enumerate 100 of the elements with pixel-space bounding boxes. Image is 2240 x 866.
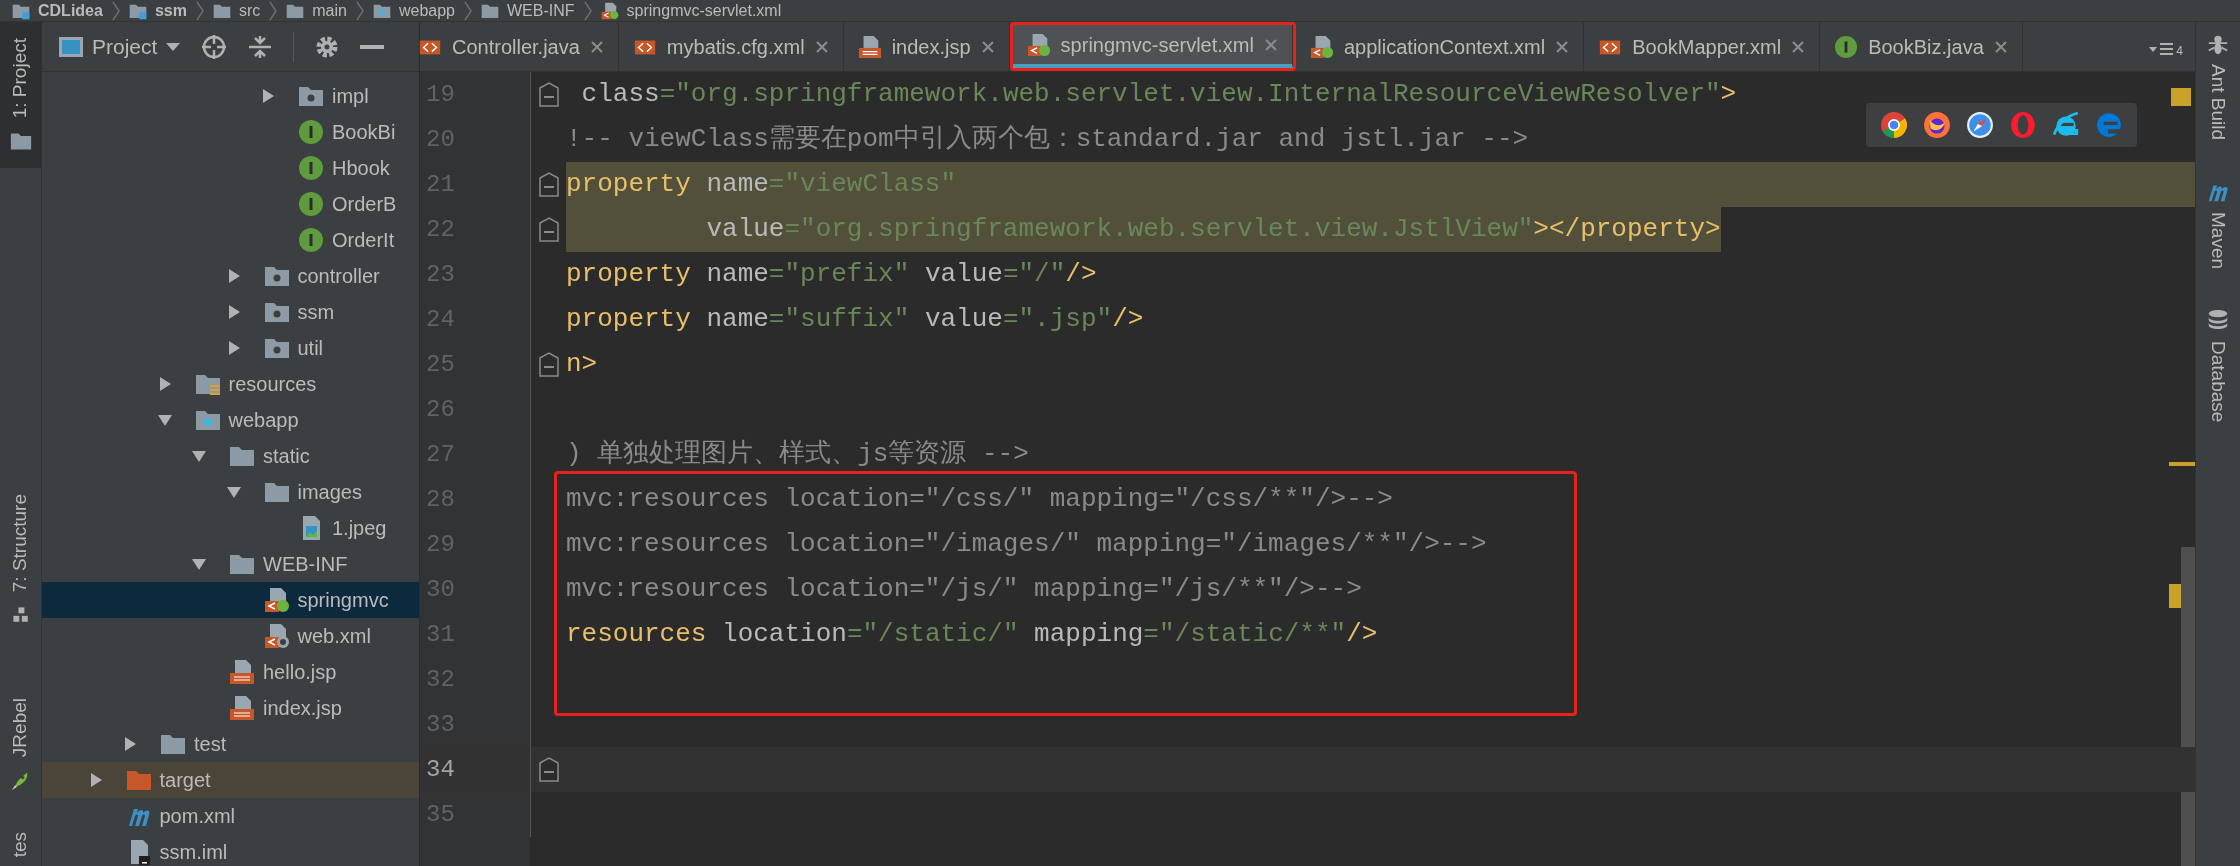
tool-window-button[interactable]: Maven xyxy=(2203,212,2233,270)
code-line: class="org.springframework.web.servlet.view.InternalResourceViewResolver"> xyxy=(580,78,1737,111)
editor-tab[interactable]: BookMapper.xml xyxy=(1584,22,1821,71)
tree-item[interactable]: OrderIt xyxy=(42,222,419,258)
list-icon xyxy=(2148,41,2175,57)
close-icon[interactable] xyxy=(1993,39,2008,54)
leaf-file-icon xyxy=(263,587,290,613)
editor-tab[interactable]: applicationContext.xml xyxy=(1295,22,1585,71)
chevron-icon xyxy=(354,0,365,21)
tool-window-button[interactable]: Database xyxy=(2203,341,2233,423)
browser-icon[interactable] xyxy=(1923,111,1951,139)
file-icon xyxy=(857,34,882,59)
editor-tab[interactable]: mybatis.cfg.xml xyxy=(618,22,844,71)
breadcrumb-item[interactable]: CDLidea xyxy=(38,0,103,21)
collapsed-arrow-icon[interactable] xyxy=(122,736,138,752)
code-line: ) 单独处理图片、样式、js等资源 --> xyxy=(566,438,1029,471)
tree-item[interactable]: static xyxy=(42,438,419,474)
tree-item[interactable]: pom.xml xyxy=(42,798,419,834)
panel-title[interactable]: Project xyxy=(92,30,158,63)
code-line: mvc:resources location="/css/" mapping="/css/**"/>--> xyxy=(566,483,1393,516)
tree-item[interactable]: controller xyxy=(42,258,419,294)
tree-item[interactable]: ssm xyxy=(42,294,419,330)
editor-tab[interactable]: springmvc-servlet.xml xyxy=(1012,25,1293,68)
browser-icon[interactable] xyxy=(2052,111,2080,139)
tool-window-button[interactable]: 7: Structure xyxy=(0,478,42,643)
tool-window-button[interactable]: JRebel xyxy=(0,682,42,808)
leaf-file-icon xyxy=(600,1,619,20)
tree-item[interactable]: webapp xyxy=(42,402,419,438)
fold-marker-icon[interactable] xyxy=(537,81,560,108)
code-line: !-- viewClass需要在pom中引入两个包：standard.jar and jstl.jar --> xyxy=(566,123,1529,156)
tree-item[interactable]: hello.jsp xyxy=(42,654,419,690)
crosshair-icon[interactable] xyxy=(201,33,228,60)
interface-icon xyxy=(1834,34,1859,59)
interface-icon xyxy=(298,155,324,181)
close-icon[interactable] xyxy=(589,39,604,54)
close-icon[interactable] xyxy=(814,39,829,54)
breadcrumb-item[interactable]: webapp xyxy=(398,0,455,21)
tree-item[interactable]: WEB-INF xyxy=(42,546,419,582)
tree-item[interactable]: index.jsp xyxy=(42,690,419,726)
tree-item[interactable]: OrderB xyxy=(42,186,419,222)
browser-icon[interactable] xyxy=(1880,111,1908,139)
close-icon[interactable] xyxy=(1791,39,1806,54)
dropdown-caret-icon[interactable] xyxy=(165,41,182,52)
breadcrumb-item[interactable]: main xyxy=(312,0,347,21)
tree-item[interactable]: impl xyxy=(42,78,419,114)
fold-marker-icon[interactable] xyxy=(537,171,560,198)
breadcrumb-item[interactable]: src xyxy=(238,0,261,21)
code-line: n> xyxy=(566,348,598,381)
tool-window-button[interactable]: tes xyxy=(0,815,42,866)
panel-icon xyxy=(58,35,84,58)
tree-item[interactable]: resources xyxy=(42,366,419,402)
tool-window-button[interactable]: 1: Project xyxy=(0,22,42,169)
leaf-file-icon xyxy=(1026,32,1051,57)
tree-item[interactable]: test xyxy=(42,726,419,762)
file-icon xyxy=(229,695,255,721)
interface-icon xyxy=(298,191,324,217)
stripe-marker xyxy=(2169,462,2195,466)
expanded-arrow-icon[interactable] xyxy=(191,448,207,464)
tree-item[interactable]: target xyxy=(42,762,419,798)
breadcrumb-item[interactable]: springmvc-servlet.xml xyxy=(626,0,782,21)
chevron-icon xyxy=(194,0,205,21)
chevron-icon xyxy=(582,0,593,21)
tree-item[interactable]: ssm.iml xyxy=(42,834,419,866)
chevron-icon xyxy=(110,0,121,21)
stripe-marker xyxy=(2169,584,2181,608)
expanded-arrow-icon[interactable] xyxy=(191,556,207,572)
code-line: property name="prefix" value="/"/> xyxy=(566,258,1097,291)
fold-marker-icon[interactable] xyxy=(537,351,560,378)
globe-file-icon xyxy=(263,623,290,649)
code-line: mvc:resources location="/images/" mapping="/images/**"/>--> xyxy=(566,528,1487,561)
collapsed-arrow-icon[interactable] xyxy=(260,88,276,104)
tree-item[interactable]: springmvc xyxy=(42,582,419,618)
minimize-icon[interactable] xyxy=(360,43,385,50)
tree-item[interactable]: web.xml xyxy=(42,618,419,654)
code-line: mvc:resources location="/js/" mapping="/js/**"/>--> xyxy=(566,573,1362,606)
interface-icon xyxy=(298,227,324,253)
fold-marker-icon[interactable] xyxy=(537,756,560,783)
leaf-file-icon xyxy=(1309,34,1334,59)
tree-item[interactable]: images xyxy=(42,474,419,510)
tree-item[interactable]: Hbook xyxy=(42,150,419,186)
tree-item[interactable]: util xyxy=(42,330,419,366)
expanded-arrow-icon[interactable] xyxy=(156,412,173,428)
fold-marker-icon[interactable] xyxy=(537,216,560,243)
editor-tab[interactable]: index.jsp xyxy=(843,22,1010,71)
close-icon[interactable] xyxy=(1555,39,1570,54)
collapse-icon[interactable] xyxy=(247,33,274,60)
code-line: resources location="/static/" mapping="/static/**"/> xyxy=(566,618,1378,651)
expanded-arrow-icon[interactable] xyxy=(225,484,242,500)
close-icon[interactable] xyxy=(980,39,995,54)
interface-icon xyxy=(298,119,324,145)
line-number: 34 xyxy=(426,754,456,785)
browser-icon[interactable] xyxy=(1966,111,1994,139)
tool-window-button[interactable]: Ant Build xyxy=(2203,64,2233,141)
tree-item[interactable]: 1.jpeg xyxy=(42,510,419,546)
editor-tab[interactable]: BookBiz.java xyxy=(1820,22,2023,71)
editor-tab[interactable]: Controller.java xyxy=(404,22,619,71)
tab-overflow-button[interactable]: 4 xyxy=(2136,22,2195,71)
breadcrumb-item[interactable]: ssm xyxy=(154,0,187,21)
breadcrumb-item[interactable]: WEB-INF xyxy=(507,0,575,21)
tree-item[interactable]: BookBi xyxy=(42,114,419,150)
